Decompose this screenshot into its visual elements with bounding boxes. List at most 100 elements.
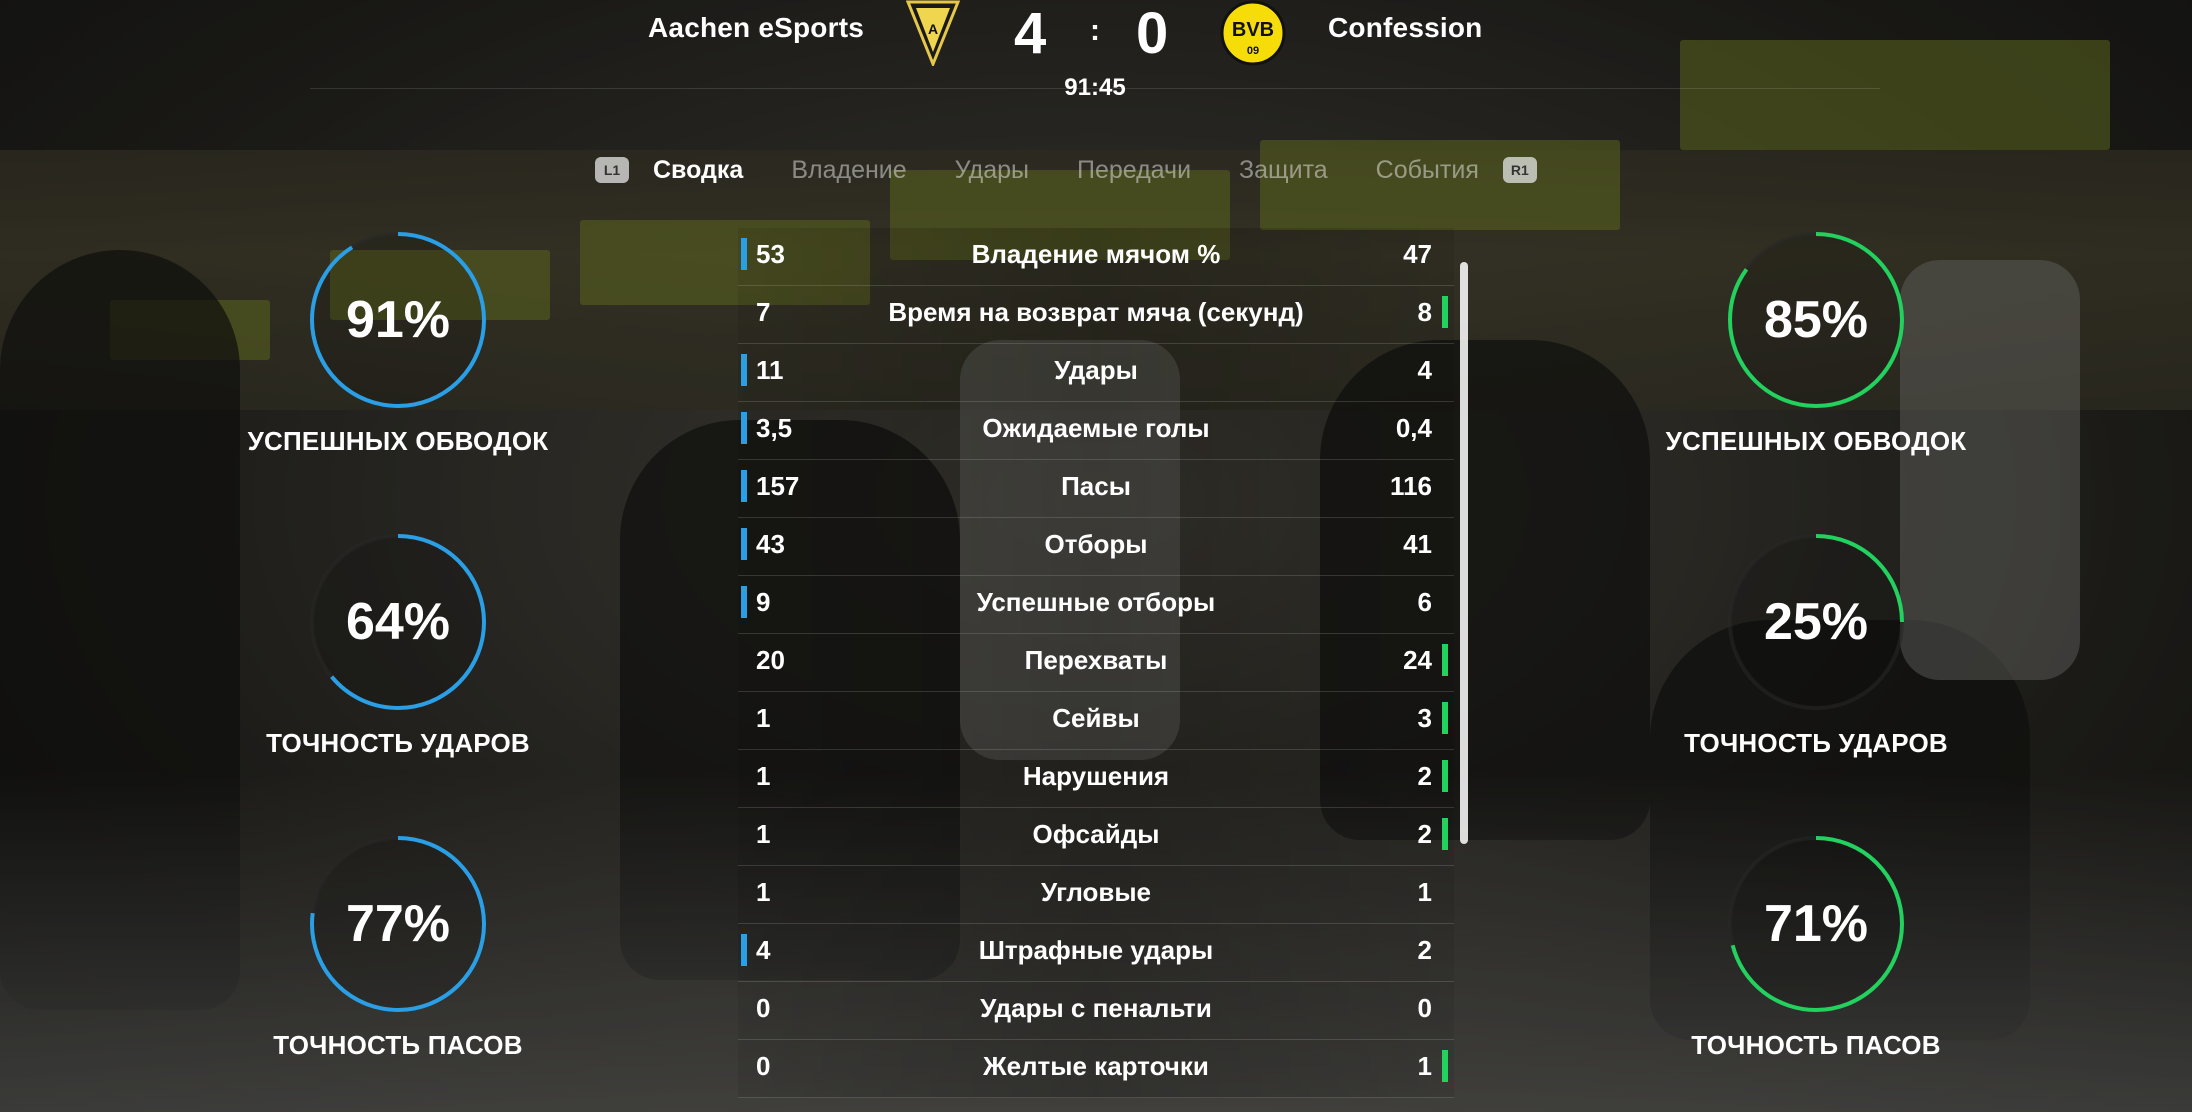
stat-label: Перехваты <box>1024 645 1168 675</box>
stat-label: Желтые карточки <box>983 1051 1209 1081</box>
ring-percentage: 85% <box>1763 291 1869 349</box>
svg-text:09: 09 <box>1247 45 1259 57</box>
stat-row: Желтые карточки 0 1 <box>738 1040 1454 1098</box>
ring-percentage: 77% <box>345 895 451 953</box>
stat-row: Отборы 43 41 <box>738 518 1454 576</box>
stat-row: Угловые 1 1 <box>738 866 1454 924</box>
ring-percentage: 71% <box>1763 895 1869 953</box>
away-stat-value: 116 <box>1390 471 1432 501</box>
away-stat-value: 8 <box>1417 297 1432 327</box>
stat-row: Ожидаемые голы 3,5 0,4 <box>738 402 1454 460</box>
stat-row: Удары 11 4 <box>738 344 1454 402</box>
stat-row: Офсайды 1 2 <box>738 808 1454 866</box>
away-stat-value: 2 <box>1417 819 1432 849</box>
away-stat-value: 41 <box>1403 529 1432 559</box>
home-stat-ring: 77% ТОЧНОСТЬ ПАСОВ <box>218 834 558 1094</box>
ring-caption: ТОЧНОСТЬ ПАСОВ <box>273 1030 523 1060</box>
home-stat-value: 11 <box>756 355 784 385</box>
ring-caption: ТОЧНОСТЬ УДАРОВ <box>1684 728 1948 758</box>
tab-passes[interactable]: Передачи <box>1077 156 1191 185</box>
away-stat-value: 1 <box>1417 1051 1432 1081</box>
home-stat-ring: 64% ТОЧНОСТЬ УДАРОВ <box>218 532 558 792</box>
home-score: 4 <box>1014 1 1047 66</box>
stat-label: Угловые <box>1040 877 1152 907</box>
l1-button-icon[interactable]: L1 <box>595 157 629 183</box>
away-stat-value: 47 <box>1403 239 1432 269</box>
home-stat-value: 4 <box>756 935 771 965</box>
away-stat-value: 0,4 <box>1395 413 1432 443</box>
home-stat-value: 3,5 <box>756 413 793 443</box>
home-team-name: Aachen eSports <box>648 12 864 43</box>
tab-possession[interactable]: Владение <box>791 156 906 185</box>
home-stat-value: 1 <box>756 877 771 907</box>
stat-label: Пасы <box>1061 471 1131 501</box>
stat-row: Нарушения 1 2 <box>738 750 1454 808</box>
away-score: 0 <box>1136 1 1169 66</box>
away-lead-bar <box>1442 1050 1448 1082</box>
home-stat-value: 53 <box>756 239 785 269</box>
tab-shots[interactable]: Удары <box>955 156 1029 185</box>
stats-scrollbar[interactable] <box>1460 262 1468 844</box>
stat-label: Время на возврат мяча (секунд) <box>888 297 1304 327</box>
stat-row: Сейвы 1 3 <box>738 692 1454 750</box>
stat-row: Удары с пенальти 0 0 <box>738 982 1454 1040</box>
svg-text:A: A <box>928 21 938 37</box>
stat-row: Успешные отборы 9 6 <box>738 576 1454 634</box>
stat-label: Отборы <box>1044 529 1148 559</box>
ring-percentage: 91% <box>345 291 451 349</box>
ring-caption: ТОЧНОСТЬ УДАРОВ <box>266 728 530 758</box>
svg-text:BVB: BVB <box>1232 19 1274 41</box>
ring-percentage: 25% <box>1763 593 1869 651</box>
away-lead-bar <box>1442 818 1448 850</box>
home-stat-value: 1 <box>756 819 771 849</box>
score-separator: : <box>1090 14 1100 47</box>
home-stat-value: 7 <box>756 297 771 327</box>
stat-row: Пасы 157 116 <box>738 460 1454 518</box>
away-lead-bar <box>1442 644 1448 676</box>
away-lead-bar <box>1442 702 1448 734</box>
away-stat-value: 2 <box>1417 761 1432 791</box>
home-stat-value: 157 <box>756 471 800 501</box>
stat-row: Владение мячом % 53 47 <box>738 228 1454 286</box>
away-stat-value: 0 <box>1417 993 1432 1023</box>
stat-label: Владение мячом % <box>971 239 1221 269</box>
away-stat-value: 24 <box>1403 645 1432 675</box>
home-stat-value: 1 <box>756 761 771 791</box>
tab-events[interactable]: События <box>1376 156 1479 185</box>
away-stat-value: 3 <box>1417 703 1432 733</box>
tab-defense[interactable]: Защита <box>1239 156 1328 185</box>
tab-summary[interactable]: Сводка <box>653 156 743 185</box>
away-stat-ring: 71% ТОЧНОСТЬ ПАСОВ <box>1636 834 1976 1094</box>
stat-label: Офсайды <box>1032 819 1160 849</box>
ring-caption: УСПЕШНЫХ ОБВОДОК <box>1665 426 1967 456</box>
stat-label: Сейвы <box>1052 703 1140 733</box>
stat-row: Перехваты 20 24 <box>738 634 1454 692</box>
away-stat-value: 6 <box>1417 587 1432 617</box>
away-stat-value: 2 <box>1417 935 1432 965</box>
away-stat-ring: 25% ТОЧНОСТЬ УДАРОВ <box>1636 532 1976 792</box>
stats-table[interactable]: Владение мячом % 53 47 Время на возврат мяч… <box>738 228 1454 1098</box>
stat-label: Ожидаемые голы <box>982 413 1210 443</box>
ring-percentage: 64% <box>345 593 451 651</box>
home-stat-value: 43 <box>756 529 785 559</box>
stat-label: Штрафные удары <box>978 935 1214 965</box>
header-divider <box>310 88 1880 89</box>
home-stat-value: 1 <box>756 703 771 733</box>
ring-caption: ТОЧНОСТЬ ПАСОВ <box>1691 1030 1941 1060</box>
away-team-name: Confession <box>1328 12 1483 43</box>
stat-row: Штрафные удары 4 2 <box>738 924 1454 982</box>
away-stat-ring: 85% УСПЕШНЫХ ОБВОДОК <box>1636 230 1976 490</box>
home-stat-value: 0 <box>756 993 771 1023</box>
home-stat-value: 20 <box>756 645 785 675</box>
ring-caption: УСПЕШНЫХ ОБВОДОК <box>247 426 549 456</box>
bvb-crest-icon: BVB 09 <box>1220 0 1286 66</box>
home-stat-value: 9 <box>756 587 771 617</box>
stat-row: Время на возврат мяча (секунд) 7 8 <box>738 286 1454 344</box>
stat-label: Успешные отборы <box>976 587 1216 617</box>
home-stat-value: 0 <box>756 1051 771 1081</box>
stat-label: Удары с пенальти <box>980 993 1212 1023</box>
away-stat-value: 1 <box>1417 877 1432 907</box>
away-lead-bar <box>1442 296 1448 328</box>
r1-button-icon[interactable]: R1 <box>1502 157 1537 183</box>
stat-label: Удары <box>1054 355 1138 385</box>
